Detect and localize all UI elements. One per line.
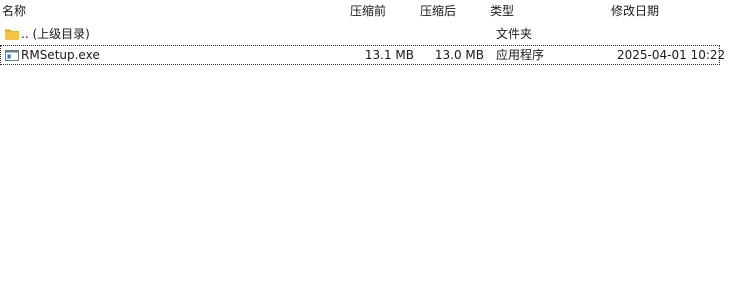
row-packed-size: 13.1 MB [364,48,414,62]
list-item-parent-directory[interactable]: .. (上级目录) 文件夹 [0,24,720,44]
column-header-packed-size[interactable]: 压缩前 [350,4,386,18]
folder-icon [4,26,20,42]
row-compressed-size: 13.0 MB [434,48,484,62]
row-name: .. (上级目录) [21,27,90,41]
row-modified-date: 2025-04-01 10:22 [617,48,726,62]
row-type: 应用程序 [496,48,545,62]
column-header-type[interactable]: 类型 [490,4,514,18]
column-header-name[interactable]: 名称 [2,4,26,18]
row-type: 文件夹 [496,27,533,41]
column-header-modified[interactable]: 修改日期 [611,4,659,18]
row-name: RMSetup.exe [21,48,100,62]
column-header-compressed-size[interactable]: 压缩后 [420,4,456,18]
exe-file-icon [4,47,20,63]
list-item-file[interactable]: RMSetup.exe 13.1 MB 13.0 MB 应用程序 2025-04… [0,45,725,65]
file-list: 名称 压缩前 压缩后 类型 修改日期 .. (上级目录) 文件夹 RMSetup… [0,0,734,300]
column-header-bar: 名称 压缩前 压缩后 类型 修改日期 [0,0,734,22]
